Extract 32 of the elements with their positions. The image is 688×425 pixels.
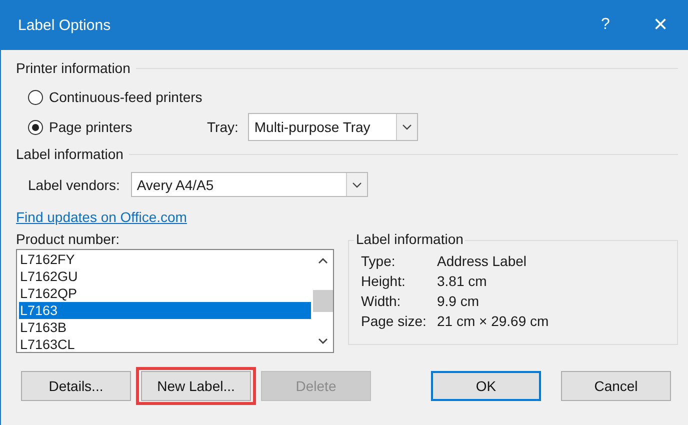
dialog-button[interactable]: Cancel (561, 371, 671, 401)
info-key: Page size: (361, 313, 437, 329)
list-item[interactable]: L7163B (19, 319, 311, 336)
section-title: Label information (16, 146, 124, 162)
list-item[interactable]: L7162FY (19, 251, 311, 268)
updates-link[interactable]: Find updates on Office.com (16, 209, 187, 225)
help-button[interactable]: ? (578, 0, 633, 50)
list-item[interactable]: L7163 (19, 302, 311, 319)
radio-label: Continuous-feed printers (49, 89, 202, 105)
info-key: Height: (361, 273, 437, 289)
tray-dropdown[interactable]: Multi-purpose Tray (248, 113, 418, 141)
dialog-button[interactable]: Details... (21, 371, 131, 401)
section-title: Printer information (16, 60, 130, 76)
info-value: 9.9 cm (437, 293, 480, 309)
list-item[interactable]: L7162QP (19, 285, 311, 302)
info-value: Address Label (437, 253, 528, 269)
vendors-label: Label vendors: (28, 176, 120, 192)
radio-label: Page printers (49, 119, 132, 135)
list-item[interactable]: L7162GU (19, 268, 311, 285)
info-value: 3.81 cm (437, 273, 488, 289)
window-title: Label Options (18, 16, 112, 34)
info-key: Width: (361, 293, 437, 309)
info-key: Type: (361, 253, 437, 269)
close-button[interactable]: × (633, 0, 688, 50)
product-list[interactable]: L7162FY L7162GU L7162QP L7163 L7163B L7163CL (16, 249, 334, 353)
info-value: 21 cm × 29.69 cm (437, 313, 550, 329)
dialog-button[interactable]: OK (431, 371, 541, 401)
vendors-dropdown[interactable]: Avery A4/A5 (130, 172, 368, 197)
dialog-button[interactable]: New Label... (141, 371, 251, 401)
list-item[interactable]: L7163CL (19, 336, 311, 353)
tray-label: Tray: (207, 119, 238, 135)
product-number-label: Product number: (16, 231, 120, 248)
